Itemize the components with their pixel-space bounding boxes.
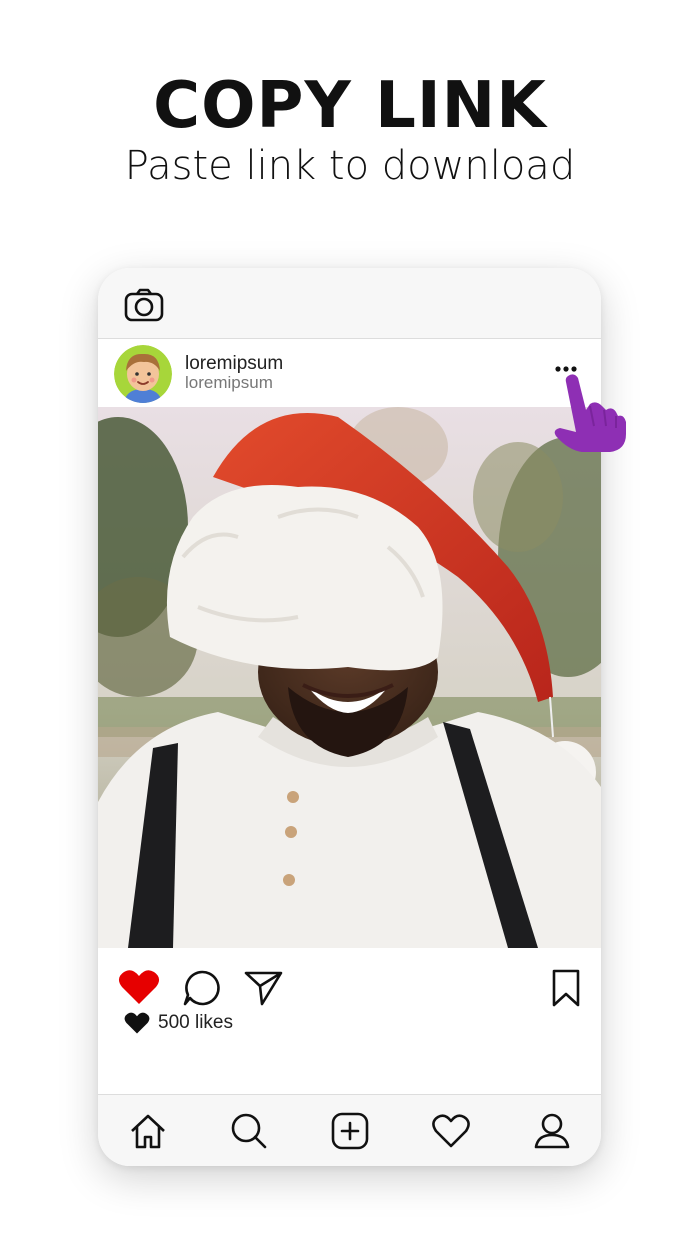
heart-icon[interactable]	[431, 1111, 471, 1151]
post-header: loremipsum loremipsum	[98, 339, 601, 407]
comment-icon[interactable]	[182, 968, 222, 1008]
bottom-nav	[98, 1094, 601, 1166]
camera-icon[interactable]	[124, 288, 164, 322]
post-photo[interactable]	[98, 407, 601, 948]
heart-small-icon	[124, 1012, 150, 1034]
phone-mockup: loremipsum loremipsum 500 likes	[98, 268, 601, 1166]
post-actions: 500 likes	[98, 948, 601, 1088]
search-icon[interactable]	[229, 1111, 269, 1151]
post-username[interactable]: loremipsum	[185, 353, 283, 375]
headline: COPY LINK	[153, 69, 547, 143]
heart-filled-icon[interactable]	[118, 968, 160, 1006]
post-sublabel: loremipsum	[185, 373, 273, 392]
send-icon[interactable]	[244, 968, 284, 1008]
subheadline: Paste link to download	[124, 143, 576, 189]
add-icon[interactable]	[330, 1111, 370, 1151]
avatar[interactable]	[114, 345, 172, 403]
home-icon[interactable]	[128, 1111, 168, 1151]
pointer-hand-icon	[554, 374, 626, 452]
bookmark-icon[interactable]	[550, 968, 582, 1008]
likes-row: 500 likes	[124, 1008, 233, 1038]
top-bar	[98, 268, 601, 339]
profile-icon[interactable]	[532, 1111, 572, 1151]
likes-count[interactable]: 500 likes	[158, 1012, 233, 1034]
